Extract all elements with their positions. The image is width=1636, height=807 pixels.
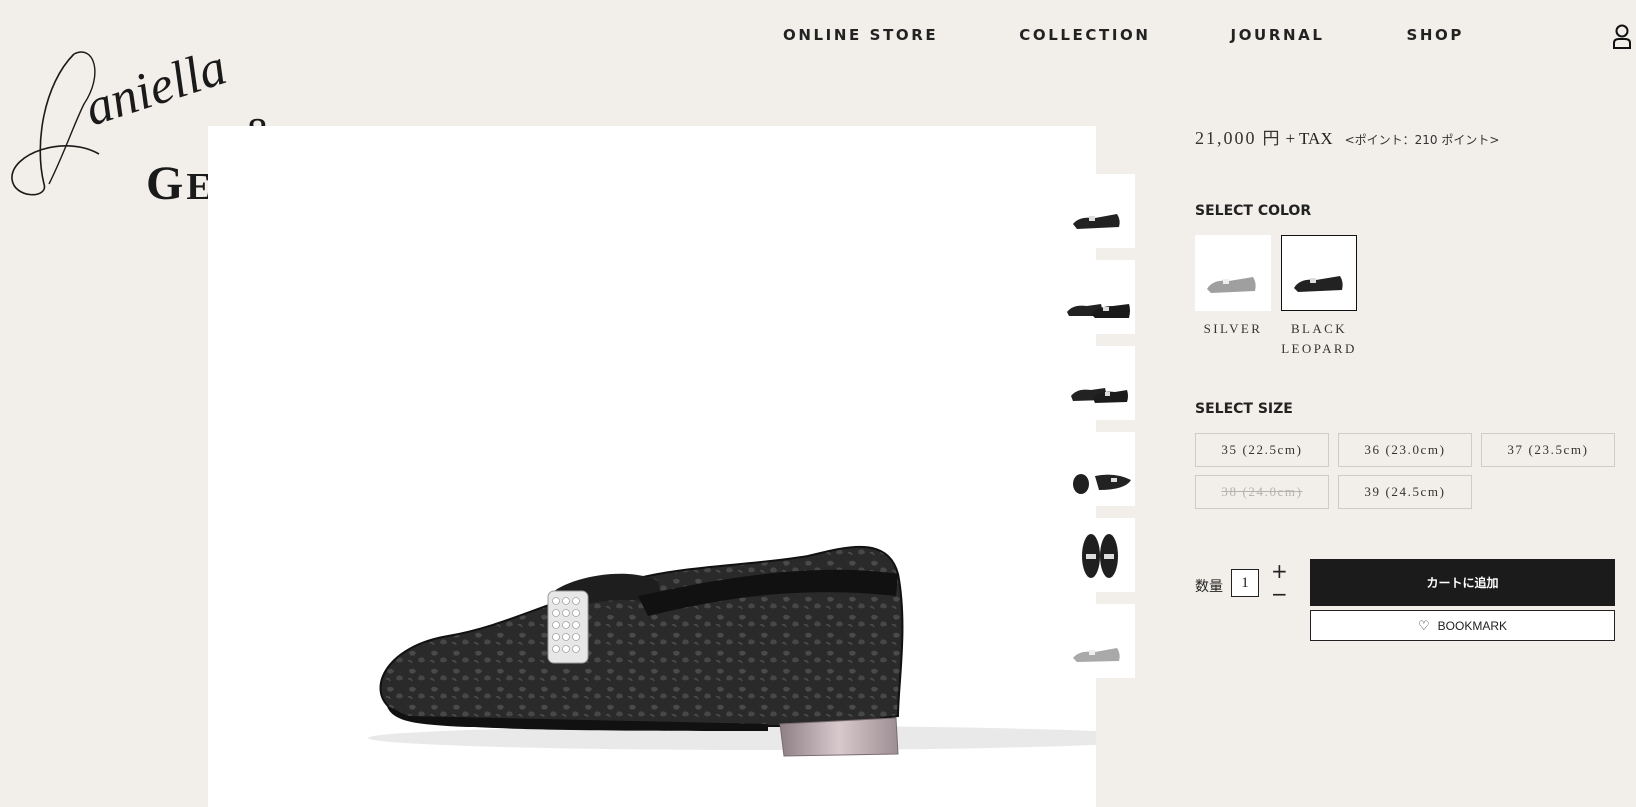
swatch-black-leopard-image: [1281, 235, 1357, 311]
bookmark-button[interactable]: ♡ BOOKMARK: [1310, 610, 1615, 641]
thumbnail-6[interactable]: [1065, 604, 1135, 678]
product-price: 21,000 円 + TAX <ポイント：210 ポイント>: [1195, 124, 1499, 149]
size-option-38: 38 (24.0cm): [1195, 475, 1329, 509]
thumbnail-5[interactable]: [1065, 518, 1135, 592]
price-amount: 21,000: [1195, 128, 1257, 148]
color-option-silver[interactable]: SILVER: [1195, 235, 1271, 359]
product-main-image[interactable]: [208, 126, 1096, 807]
add-to-cart-button[interactable]: カートに追加: [1310, 559, 1615, 606]
user-icon[interactable]: [1612, 24, 1632, 50]
color-option-black-leopard[interactable]: BLACK LEOPARD: [1281, 235, 1357, 359]
nav-online-store[interactable]: ONLINE STORE: [783, 26, 938, 44]
price-tax: + TAX: [1285, 129, 1333, 148]
price-points: <ポイント：210 ポイント>: [1344, 133, 1500, 147]
size-option-36[interactable]: 36 (23.0cm): [1338, 433, 1472, 467]
logo-word-initial: G: [146, 157, 187, 210]
swatch-black-leopard-label: BLACK LEOPARD: [1281, 321, 1357, 356]
quantity-input[interactable]: 1: [1231, 569, 1259, 597]
size-options: 35 (22.5cm) 36 (23.0cm) 37 (23.5cm) 38 (…: [1195, 433, 1615, 509]
thumbnail-3[interactable]: [1065, 346, 1135, 420]
quantity-minus-button[interactable]: −: [1271, 584, 1288, 604]
quantity-plus-button[interactable]: +: [1271, 561, 1288, 581]
heart-icon: ♡: [1417, 617, 1430, 633]
color-swatches: SILVER BLACK LEOPARD: [1195, 235, 1357, 359]
svg-text:aniella: aniella: [78, 39, 233, 138]
thumbnail-4[interactable]: [1065, 432, 1135, 506]
price-currency: 円: [1262, 129, 1280, 148]
nav-shop[interactable]: SHOP: [1407, 26, 1465, 44]
nav-collection[interactable]: COLLECTION: [1019, 26, 1150, 44]
main-nav: ONLINE STORE COLLECTION JOURNAL SHOP: [783, 26, 1464, 44]
thumbnail-list: [1065, 174, 1135, 690]
swatch-silver-label: SILVER: [1203, 321, 1263, 336]
size-option-37[interactable]: 37 (23.5cm): [1481, 433, 1615, 467]
thumbnail-1[interactable]: [1065, 174, 1135, 248]
thumbnail-2[interactable]: [1065, 260, 1135, 334]
size-option-35[interactable]: 35 (22.5cm): [1195, 433, 1329, 467]
shoe-illustration: [368, 545, 1096, 757]
nav-journal[interactable]: JOURNAL: [1231, 26, 1325, 44]
select-color-title: SELECT COLOR: [1195, 203, 1312, 219]
bookmark-label: BOOKMARK: [1437, 618, 1507, 633]
select-size-title: SELECT SIZE: [1195, 401, 1293, 417]
swatch-silver-image: [1195, 235, 1271, 311]
size-option-39[interactable]: 39 (24.5cm): [1338, 475, 1472, 509]
quantity-label: 数量: [1195, 579, 1223, 595]
